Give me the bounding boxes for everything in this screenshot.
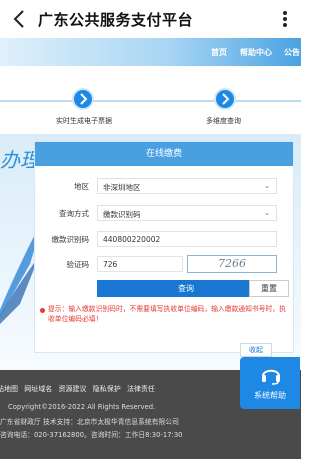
query-method-label: 查询方式 bbox=[59, 209, 89, 218]
headset-icon bbox=[262, 369, 280, 385]
footer-links: 网站地图 网址域名 资源建议 隐私保护 法律责任 bbox=[0, 384, 155, 394]
nav-item-help-center[interactable]: 帮助中心 bbox=[240, 47, 272, 58]
collapse-button[interactable]: 收起 bbox=[240, 343, 272, 357]
steps-divider bbox=[0, 100, 301, 102]
query-method-value: 缴款识别码 bbox=[103, 210, 141, 219]
region-row: 地区 非深圳地区 ⌄ bbox=[35, 176, 293, 196]
warning-dot-icon bbox=[40, 308, 45, 313]
payment-code-value: 440800220002 bbox=[103, 235, 161, 244]
footer-organization: 广东省财政厅 技术支持：北京市太极华青信息系统有限公司 bbox=[0, 418, 179, 426]
region-label: 地区 bbox=[74, 182, 89, 191]
region-value: 非深圳地区 bbox=[103, 183, 141, 192]
footer-link-domain[interactable]: 网址域名 bbox=[24, 385, 52, 393]
step-arrow-icon bbox=[214, 88, 236, 110]
captcha-row: 验证码 726 7266 bbox=[35, 254, 293, 274]
footer-copyright: Copyright©2016-2022 All Rights Reserved. bbox=[8, 403, 156, 411]
captcha-label: 验证码 bbox=[66, 260, 90, 269]
nav-item-home[interactable]: 首页 bbox=[211, 47, 227, 58]
system-help-label: 系统帮助 bbox=[254, 391, 286, 400]
chevron-down-icon: ⌄ bbox=[264, 182, 270, 190]
app-bar: 广东公共服务支付平台 bbox=[0, 0, 301, 38]
payment-code-label: 缴款识别码 bbox=[51, 235, 90, 244]
captcha-image-text: 7266 bbox=[218, 257, 246, 270]
form-tip: 提示：输入缴款识别码时，不需要填写执收单位编码，输入缴款通知书号时，执收单位编码… bbox=[48, 305, 286, 323]
system-help-button[interactable]: 系统帮助 bbox=[240, 357, 300, 409]
step-label-multi-query: 多维度查询 bbox=[206, 117, 241, 125]
feature-steps: 实时生成电子票据 多维度查询 bbox=[0, 66, 301, 134]
query-method-row: 查询方式 缴款识别码 ⌄ bbox=[35, 203, 293, 223]
captcha-input[interactable]: 726 bbox=[97, 256, 183, 272]
footer-phone: 咨询电话：020-37162800。咨询时间：工作日8:30-17:30 bbox=[0, 431, 183, 439]
query-method-select[interactable]: 缴款识别码 ⌄ bbox=[97, 205, 277, 221]
footer-link-privacy[interactable]: 隐私保护 bbox=[93, 385, 121, 393]
footer-link-sitemap[interactable]: 网站地图 bbox=[0, 385, 18, 393]
payment-code-input[interactable]: 440800220002 bbox=[97, 231, 277, 247]
step-label-e-receipt: 实时生成电子票据 bbox=[56, 117, 112, 125]
page-title: 广东公共服务支付平台 bbox=[38, 11, 194, 29]
site-nav: 首页 帮助中心 公告 bbox=[0, 38, 301, 66]
chevron-down-icon: ⌄ bbox=[264, 209, 270, 217]
captcha-image[interactable]: 7266 bbox=[187, 255, 277, 273]
step-arrow-icon bbox=[72, 88, 94, 110]
back-arrow-icon[interactable] bbox=[10, 8, 30, 30]
more-options-icon[interactable] bbox=[277, 8, 293, 30]
footer-link-legal[interactable]: 法律责任 bbox=[127, 385, 155, 393]
footer-link-feedback[interactable]: 资源建议 bbox=[58, 385, 86, 393]
payment-code-row: 缴款识别码 440800220002 bbox=[35, 229, 293, 249]
nav-item-announcement[interactable]: 公告 bbox=[284, 47, 300, 58]
reset-button[interactable]: 重置 bbox=[249, 280, 289, 297]
region-select[interactable]: 非深圳地区 ⌄ bbox=[97, 178, 277, 194]
card-title: 在线缴费 bbox=[35, 142, 293, 166]
captcha-value: 726 bbox=[103, 260, 118, 269]
